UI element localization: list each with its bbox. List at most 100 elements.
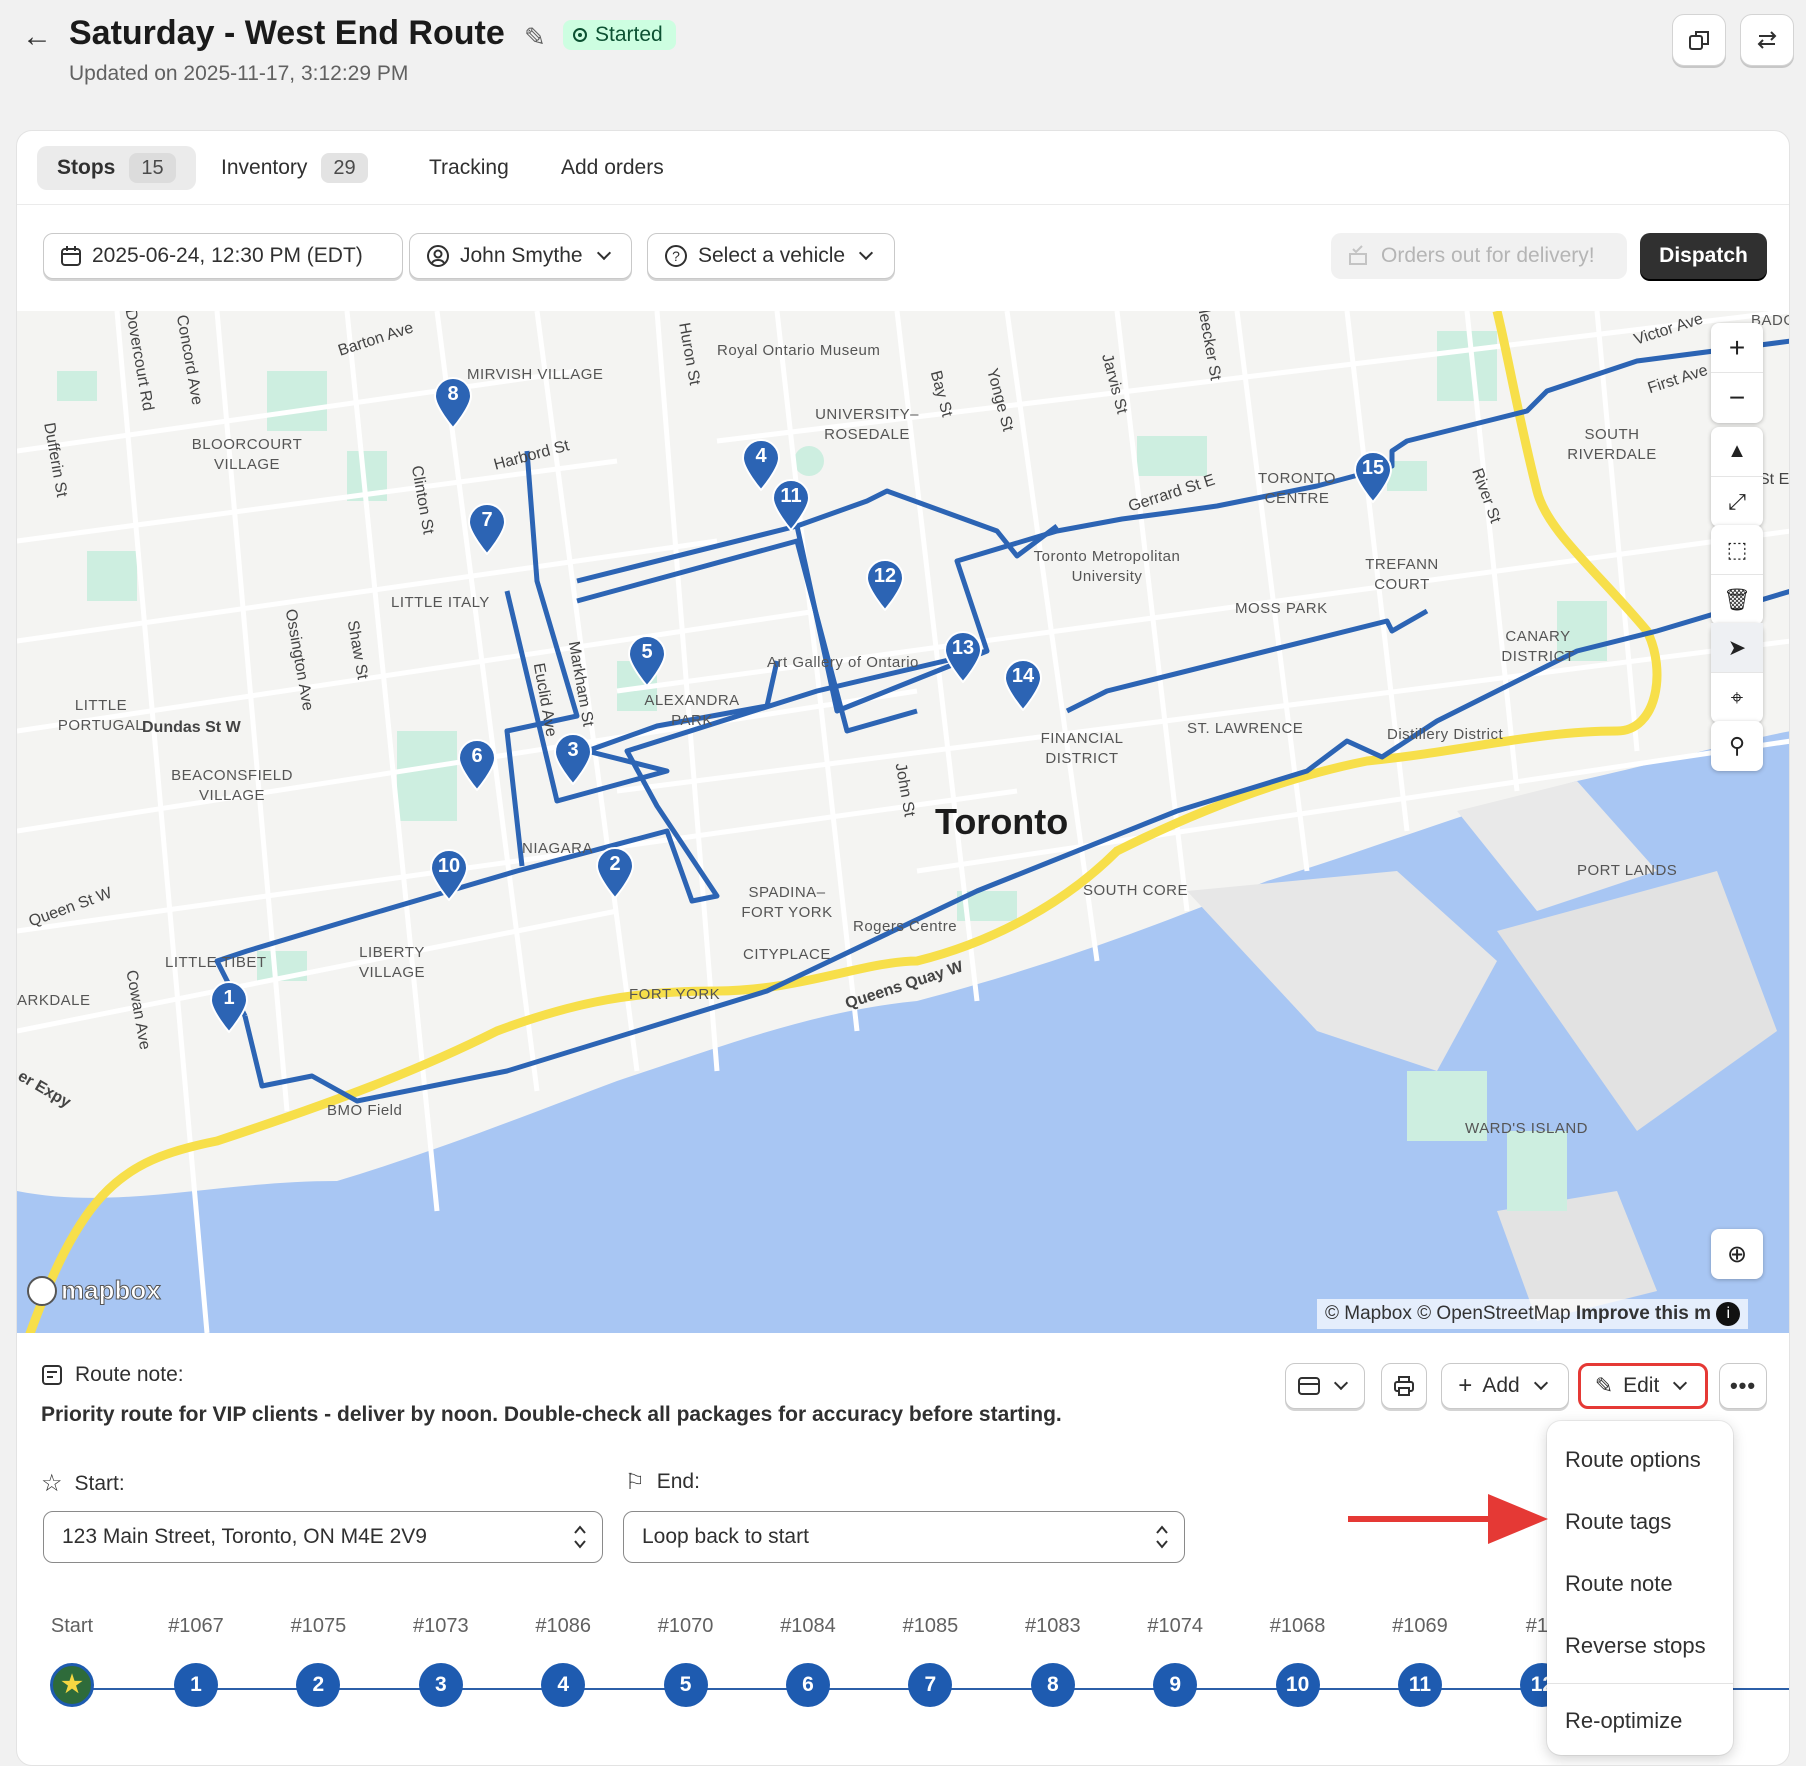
map-label: LIBERTY VILLAGE <box>358 944 426 981</box>
stop-pin[interactable]: 3 <box>553 733 593 785</box>
duplicate-route-button[interactable] <box>1672 14 1726 66</box>
inventory-count: 29 <box>321 153 368 183</box>
compass-icon[interactable]: ▲ <box>1711 427 1763 477</box>
menu-divider <box>1547 1683 1733 1684</box>
timeline-stop[interactable]: #1067 1 <box>151 1611 241 1707</box>
trash-icon[interactable]: 🗑 <box>1711 575 1763 625</box>
end-address-select[interactable]: Loop back to start <box>623 1511 1185 1563</box>
route-map[interactable]: MIRVISH VILLAGE BLOORCOURT VILLAGE LITTL… <box>17 311 1789 1333</box>
timeline-stop[interactable]: #1084 6 <box>763 1611 853 1707</box>
mapbox-logo[interactable]: mapbox <box>27 1275 161 1306</box>
timeline-stop[interactable]: #1083 8 <box>1008 1611 1098 1707</box>
street-label: Dundas St W <box>142 719 241 736</box>
route-copy-icon <box>1689 31 1709 50</box>
map-label: ST. LAWRENCE <box>1187 720 1304 737</box>
map-label: WARD'S ISLAND <box>1465 1120 1588 1137</box>
zoom-in-button[interactable]: + <box>1711 323 1763 373</box>
compass-controls: ▲ ⤢ <box>1711 427 1763 527</box>
more-actions-button[interactable]: ••• <box>1719 1363 1767 1409</box>
swap-route-button[interactable] <box>1740 14 1794 66</box>
select-pin-icon[interactable]: ⌖ <box>1711 673 1763 723</box>
date-picker-button[interactable]: 2025-06-24, 12:30 PM (EDT) <box>43 233 403 279</box>
stop-pin[interactable]: 8 <box>433 377 473 429</box>
map-label: CANARY DISTRICT <box>1501 628 1575 665</box>
stop-pin[interactable]: 12 <box>865 559 905 611</box>
menu-item-route-options[interactable]: Route options <box>1547 1429 1733 1491</box>
map-label: UNIVERSITY– ROSEDALE <box>815 406 919 443</box>
pointer-icon[interactable]: ➤ <box>1711 623 1763 673</box>
timeline-stop[interactable]: #1068 10 <box>1253 1611 1343 1707</box>
stop-pin[interactable]: 14 <box>1003 659 1043 711</box>
timeline-start[interactable]: Start ★ <box>27 1611 117 1707</box>
print-button[interactable] <box>1381 1363 1427 1409</box>
annotation-arrow <box>1348 1494 1548 1544</box>
timeline-stop[interactable]: #1070 5 <box>641 1611 731 1707</box>
stop-pin[interactable]: 7 <box>467 503 507 555</box>
vehicle-select[interactable]: ? Select a vehicle <box>647 233 895 279</box>
stop-pin[interactable]: 1 <box>209 981 249 1033</box>
globe-icon[interactable]: ⊕ <box>1711 1229 1763 1279</box>
delivery-icon <box>1349 245 1367 265</box>
more-horizontal-icon: ••• <box>1729 1373 1757 1398</box>
stops-timeline: Start ★ #1067 1 #1075 2 #1073 3 #1086 4 #1070 5 #1… <box>17 1611 1789 1751</box>
location-pin-icon[interactable]: ⚲ <box>1711 721 1763 771</box>
plus-icon: + <box>1458 1372 1473 1399</box>
dispatch-button[interactable]: Dispatch <box>1640 233 1767 279</box>
printer-icon <box>1394 1376 1414 1396</box>
menu-item-reverse-stops[interactable]: Reverse stops <box>1547 1615 1733 1677</box>
timeline-stop[interactable]: #1073 3 <box>396 1611 486 1707</box>
flag-icon: ⚐ <box>625 1469 645 1494</box>
map-label: TREFANN COURT <box>1365 556 1439 593</box>
map-label: SOUTH CORE <box>1083 882 1189 899</box>
stop-pin[interactable]: 11 <box>771 479 811 531</box>
back-arrow-icon[interactable]: ← <box>22 20 56 54</box>
map-label: BLOORCOURT VILLAGE <box>191 436 303 473</box>
pencil-icon: ✎ <box>1594 1373 1614 1398</box>
question-icon: ? <box>665 245 687 267</box>
map-label: FORT YORK <box>629 986 721 1003</box>
map-attribution[interactable]: © Mapbox © OpenStreetMap Improve this m … <box>1317 1299 1749 1329</box>
zoom-controls: + − <box>1711 323 1763 423</box>
edit-button[interactable]: ✎ Edit <box>1578 1363 1708 1409</box>
timeline-stop[interactable]: #1074 9 <box>1130 1611 1220 1707</box>
map-label: LITTLE ITALY <box>391 594 490 611</box>
polygon-select-icon[interactable]: ⬚ <box>1711 525 1763 575</box>
start-label: ☆ Start: <box>41 1470 125 1497</box>
timeline-stop[interactable]: #1075 2 <box>273 1611 363 1707</box>
route-note-text: Priority route for VIP clients - deliver… <box>41 1403 1062 1426</box>
star-icon: ★ <box>50 1663 94 1707</box>
svg-text:?: ? <box>672 248 680 264</box>
fullscreen-icon[interactable]: ⤢ <box>1711 477 1763 527</box>
timeline-stop[interactable]: #1069 11 <box>1375 1611 1465 1707</box>
tab-stops[interactable]: Stops 15 <box>37 146 196 190</box>
map-label: MIRVISH VILLAGE <box>467 366 604 383</box>
envelope-icon <box>1298 1377 1320 1395</box>
star-icon: ☆ <box>41 1470 63 1497</box>
start-address-select[interactable]: 123 Main Street, Toronto, ON M4E 2V9 <box>43 1511 603 1563</box>
tab-tracking[interactable]: Tracking <box>409 146 529 190</box>
stop-pin[interactable]: 6 <box>457 739 497 791</box>
person-icon <box>427 245 449 267</box>
chevron-down-icon <box>596 245 611 261</box>
timeline-stop[interactable]: #1086 4 <box>518 1611 608 1707</box>
menu-item-route-tags[interactable]: Route tags <box>1547 1491 1733 1553</box>
stop-pin[interactable]: 15 <box>1353 451 1393 503</box>
driver-select[interactable]: John Smythe <box>409 233 632 279</box>
message-button[interactable] <box>1285 1363 1365 1409</box>
stop-pin[interactable]: 2 <box>595 847 635 899</box>
timeline-stop[interactable]: #1085 7 <box>885 1611 975 1707</box>
tab-inventory[interactable]: Inventory 29 <box>201 146 388 190</box>
menu-item-re-optimize[interactable]: Re-optimize <box>1547 1690 1733 1752</box>
city-label: Toronto <box>935 801 1069 842</box>
add-button[interactable]: + Add <box>1441 1363 1569 1409</box>
tab-add-orders[interactable]: Add orders <box>541 146 684 190</box>
poi-label: Distillery District <box>1387 726 1504 743</box>
page-title: Saturday - West End Route <box>69 14 505 52</box>
stop-pin[interactable]: 10 <box>429 849 469 901</box>
zoom-out-button[interactable]: − <box>1711 373 1763 423</box>
stop-pin[interactable]: 13 <box>943 631 983 683</box>
menu-item-route-note[interactable]: Route note <box>1547 1553 1733 1615</box>
pencil-icon[interactable]: ✎ <box>524 22 546 53</box>
stop-pin[interactable]: 5 <box>627 635 667 687</box>
poi-label: Royal Ontario Museum <box>717 342 881 359</box>
